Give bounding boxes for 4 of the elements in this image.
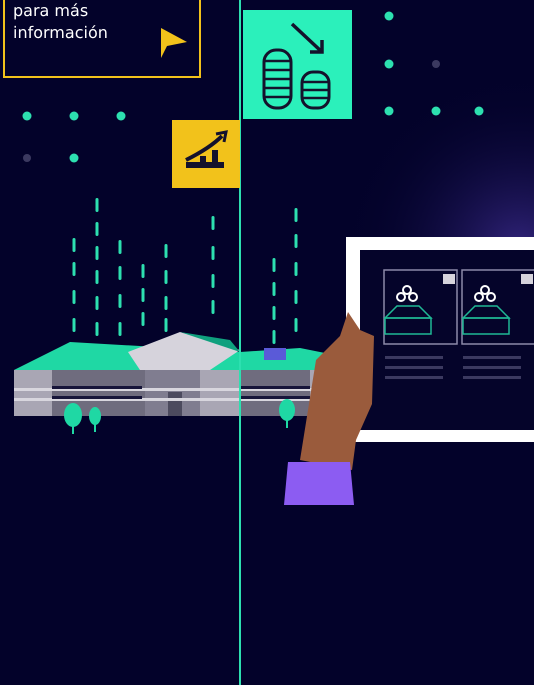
callout-text: para más información <box>13 0 109 44</box>
coins-decrease-icon <box>243 10 352 119</box>
growth-chart-icon <box>172 120 240 188</box>
pointer-icon <box>159 28 187 58</box>
